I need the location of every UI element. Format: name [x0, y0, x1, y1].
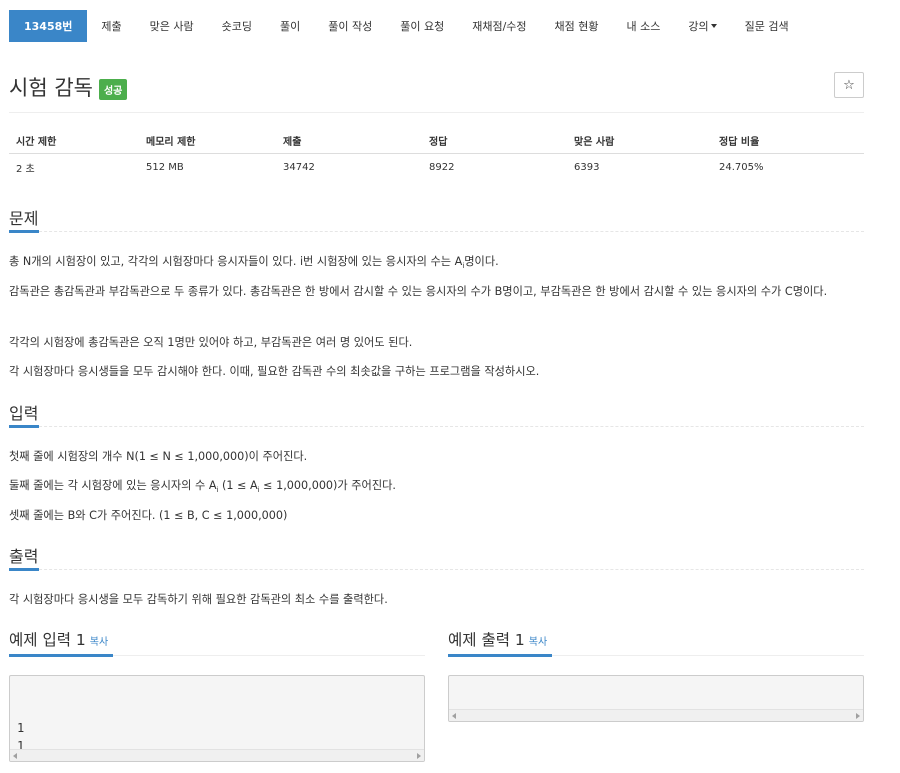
nav-tab-7[interactable]: 재채점/수정	[458, 10, 540, 42]
nav-tab-label: 풀이 요청	[400, 20, 445, 33]
info-header-solved: 맞은 사람	[574, 137, 615, 148]
info-value-ratio: 24.705%	[719, 161, 764, 173]
sample-input-underline	[9, 654, 113, 657]
input-underline	[9, 425, 39, 428]
nav-tab-4[interactable]: 풀이	[266, 10, 314, 42]
caret-down-icon	[710, 24, 717, 28]
scroll-right-icon[interactable]	[417, 753, 421, 759]
info-header-submit: 제출	[283, 137, 302, 148]
input-paragraph-3: 셋째 줄에는 B와 C가 주어진다. (1 ≤ B, C ≤ 1,000,000…	[9, 509, 288, 522]
info-value-time: 2 초	[16, 163, 35, 175]
nav-tab-6[interactable]: 풀이 요청	[386, 10, 458, 42]
nav-tab-label: 내 소스	[626, 20, 661, 33]
title-divider	[9, 112, 864, 113]
description-heading: 문제	[9, 209, 39, 228]
description-paragraph-2: 감독관은 총감독관과 부감독관으로 두 종류가 있다. 총감독관은 한 방에서 …	[9, 285, 828, 298]
nav-tab-11[interactable]: 질문 검색	[731, 10, 803, 42]
sample-output-title: 예제 출력 1	[448, 631, 525, 649]
status-badge: 성공	[98, 78, 128, 100]
nav-tab-label: 채점 현황	[554, 20, 599, 33]
input-paragraph-2: 둘째 줄에는 각 시험장에 있는 응시자의 수 Ai (1 ≤ Ai ≤ 1,0…	[9, 479, 396, 495]
nav-tab-label: 풀이	[280, 20, 301, 33]
sample-input-scrollbar[interactable]	[10, 749, 424, 761]
nav-tab-label: 13458번	[24, 20, 73, 33]
problem-info-table: 시간 제한 메모리 제한 제출 정답 맞은 사람 정답 비율 2 초 512 M…	[9, 128, 864, 180]
sample-input-title: 예제 입력 1	[9, 631, 86, 649]
sample-output-heading: 예제 출력 1 복사	[448, 628, 547, 650]
sample-output-box[interactable]: 1	[448, 675, 864, 722]
info-value-solved: 6393	[574, 161, 600, 173]
description-underline	[9, 230, 39, 233]
info-header-ratio: 정답 비율	[719, 137, 760, 148]
scroll-left-icon[interactable]	[13, 753, 17, 759]
input-divider	[9, 426, 864, 427]
info-value-submit: 34742	[283, 161, 315, 173]
copy-input-link[interactable]: 복사	[90, 637, 108, 648]
nav-tab-label: 맞은 사람	[149, 20, 194, 33]
problem-nav-tabs: 13458번 제출 맞은 사람 숏코딩 풀이 풀이 작성 풀이 요청 재채점/수정 채점 현황 내…	[9, 10, 803, 42]
info-value-memory: 512 MB	[146, 161, 184, 173]
info-header-memory: 메모리 제한	[146, 137, 196, 148]
nav-tab-10[interactable]: 강의	[674, 10, 730, 42]
input-heading: 입력	[9, 404, 39, 423]
nav-tab-label: 질문 검색	[744, 20, 789, 33]
problem-title: 시험 감독	[9, 76, 93, 100]
output-divider	[9, 569, 864, 570]
sample-input-heading: 예제 입력 1 복사	[9, 628, 108, 650]
nav-tab-0[interactable]: 13458번	[9, 10, 88, 42]
description-paragraph-1: 총 N개의 시험장이 있고, 각각의 시험장마다 응시자들이 있다. i번 시험…	[9, 255, 499, 271]
scroll-right-icon[interactable]	[856, 713, 860, 719]
description-paragraph-3: 각각의 시험장에 총감독관은 오직 1명만 있어야 하고, 부감독관은 여러 명…	[9, 336, 413, 349]
info-value-row: 2 초 512 MB 34742 8922 6393 24.705%	[9, 154, 864, 180]
input-paragraph-1: 첫째 줄에 시험장의 개수 N(1 ≤ N ≤ 1,000,000)이 주어진다…	[9, 450, 308, 463]
problem-title-row: 시험 감독 성공	[9, 72, 128, 102]
info-header-row: 시간 제한 메모리 제한 제출 정답 맞은 사람 정답 비율	[9, 128, 864, 154]
nav-tab-2[interactable]: 맞은 사람	[136, 10, 208, 42]
nav-tab-label: 숏코딩	[221, 20, 252, 33]
nav-tab-label: 제출	[101, 20, 122, 33]
nav-tab-1[interactable]: 제출	[87, 10, 135, 42]
star-button[interactable]: ☆	[834, 72, 864, 98]
nav-tab-label: 풀이 작성	[328, 20, 373, 33]
nav-tab-8[interactable]: 채점 현황	[541, 10, 613, 42]
copy-output-link[interactable]: 복사	[529, 637, 547, 648]
info-header-accepted: 정답	[429, 137, 448, 148]
sample-input-box[interactable]: 1 1 1 1	[9, 675, 425, 762]
info-value-accepted: 8922	[429, 161, 455, 173]
output-heading: 출력	[9, 547, 39, 566]
sample-output-scrollbar[interactable]	[449, 709, 863, 721]
nav-tab-9[interactable]: 내 소스	[613, 10, 675, 42]
output-underline	[9, 568, 39, 571]
info-header-time: 시간 제한	[16, 137, 57, 148]
sample-output-underline	[448, 654, 552, 657]
nav-tab-5[interactable]: 풀이 작성	[314, 10, 386, 42]
description-divider	[9, 231, 864, 232]
nav-tab-3[interactable]: 숏코딩	[208, 10, 266, 42]
star-outline-icon: ☆	[843, 77, 855, 93]
description-paragraph-4: 각 시험장마다 응시생들을 모두 감시해야 한다. 이때, 필요한 감독관 수의…	[9, 365, 540, 378]
nav-tab-label: 재채점/수정	[472, 20, 527, 33]
nav-tab-label: 강의	[688, 20, 709, 33]
output-paragraph-1: 각 시험장마다 응시생을 모두 감독하기 위해 필요한 감독관의 최소 수를 출…	[9, 593, 388, 606]
scroll-left-icon[interactable]	[452, 713, 456, 719]
